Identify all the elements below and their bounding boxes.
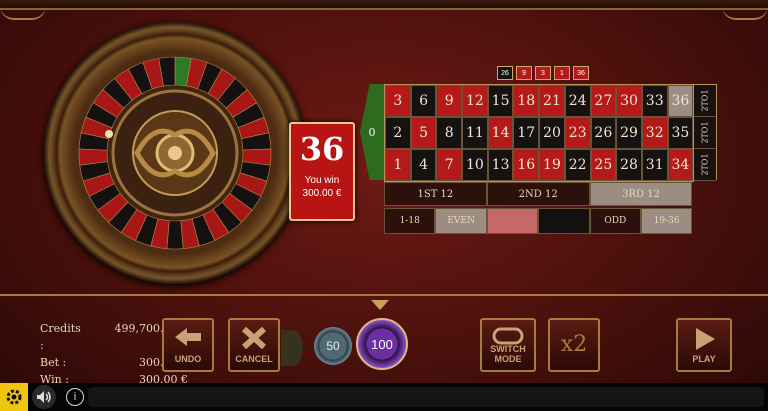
bet-label: Bet : [40, 356, 67, 369]
undo-arrow-icon [175, 328, 201, 346]
bet-number-25[interactable]: 25 [590, 149, 617, 181]
bet-number-16[interactable]: 16 [513, 149, 540, 181]
number-grid: 3 6 9 12 15 18 21 24 27 30 33 36 2 5 8 11 14 17 20 23 26 29 32… [384, 84, 695, 182]
bet-number-18[interactable]: 18 [513, 85, 540, 117]
roulette-wheel [44, 22, 306, 284]
dozen-bets: 1ST 12 2ND 12 3RD 12 [384, 182, 693, 206]
chip-100-selected[interactable]: 100 [356, 318, 408, 370]
bet-number-36[interactable]: 36 [667, 85, 694, 117]
cancel-x-icon [241, 326, 267, 350]
bet-number-14[interactable]: 14 [487, 117, 514, 149]
top-frame [0, 0, 768, 10]
bet-number-26[interactable]: 26 [590, 117, 617, 149]
history-number: 9 [516, 66, 532, 80]
switch-mode-label: SWITCH MODE [490, 344, 526, 364]
bet-number-6[interactable]: 6 [410, 85, 437, 117]
bet-number-12[interactable]: 12 [462, 85, 488, 117]
bet-number-20[interactable]: 20 [539, 117, 565, 149]
credits-label: Credits : [40, 322, 81, 352]
bet-odd[interactable]: ODD [589, 208, 641, 234]
switch-mode-icon [492, 327, 524, 345]
bet-number-2[interactable]: 2 [385, 117, 411, 149]
bet-1-18[interactable]: 1-18 [384, 208, 436, 234]
winning-number: 36 [299, 130, 345, 168]
bet-number-34[interactable]: 34 [667, 149, 694, 181]
history-number: 3 [535, 66, 551, 80]
bet-number-4[interactable]: 4 [410, 149, 437, 181]
bet-number-29[interactable]: 29 [616, 117, 642, 149]
footer-bar: i [0, 383, 768, 411]
bet-3rd-12-label: 3RD 12 [622, 188, 660, 200]
bet-number-7[interactable]: 7 [436, 149, 463, 181]
bet-2nd-12[interactable]: 2ND 12 [486, 182, 590, 206]
bet-number-8[interactable]: 8 [436, 117, 463, 149]
bet-number-23[interactable]: 23 [564, 117, 591, 149]
bet-1st-12[interactable]: 1ST 12 [384, 182, 487, 206]
bet-number-19[interactable]: 19 [539, 149, 565, 181]
chip-hidden[interactable] [281, 330, 303, 366]
play-icon [696, 328, 715, 350]
win-message: You win [304, 175, 340, 186]
bet-19-36[interactable]: 19-36 [640, 208, 693, 234]
bet-number-11[interactable]: 11 [462, 117, 488, 149]
bet-column-middle[interactable]: 2TO1 [694, 117, 716, 149]
history-number: 26 [497, 66, 513, 80]
history-number: 36 [573, 66, 589, 80]
bet-zero[interactable]: 0 [360, 84, 384, 180]
bet-number-13[interactable]: 13 [487, 149, 514, 181]
bet-column-bottom[interactable]: 2TO1 [694, 149, 716, 181]
bet-3rd-12[interactable]: 3RD 12 [589, 182, 693, 206]
info-icon[interactable]: i [66, 388, 84, 406]
bet-number-32[interactable]: 32 [641, 117, 668, 149]
betting-table: 0 3 6 9 12 15 18 21 24 27 30 33 36 2 5 8 11 14 17 20 23 26 29… [360, 82, 718, 242]
speaker-icon [37, 391, 51, 403]
bet-number-5[interactable]: 5 [410, 117, 437, 149]
switch-mode-button[interactable]: SWITCH MODE [480, 318, 536, 372]
sound-toggle-button[interactable] [32, 385, 56, 409]
bet-even[interactable]: EVEN [435, 208, 487, 234]
play-label: PLAY [692, 354, 716, 364]
win-amount: 300.00 € [302, 188, 342, 199]
number-history: 26 9 3 1 36 [497, 66, 589, 80]
column-bets: 2TO1 2TO1 2TO1 [693, 84, 717, 181]
bet-red[interactable] [486, 208, 539, 234]
bet-number-15[interactable]: 15 [487, 85, 514, 117]
bet-number-9[interactable]: 9 [436, 85, 463, 117]
undo-button[interactable]: UNDO [162, 318, 214, 372]
selected-chip-pointer [371, 300, 389, 310]
history-number: 1 [554, 66, 570, 80]
win-result-card: 36 You win 300.00 € [289, 122, 355, 221]
wheel-graphic [78, 56, 272, 250]
settings-button[interactable] [0, 383, 28, 411]
bet-number-31[interactable]: 31 [641, 149, 668, 181]
bet-number-33[interactable]: 33 [641, 85, 668, 117]
bet-number-27[interactable]: 27 [590, 85, 617, 117]
cancel-label: CANCEL [235, 354, 273, 364]
message-bar [88, 387, 764, 407]
play-button[interactable]: PLAY [676, 318, 732, 372]
bet-number-35[interactable]: 35 [667, 117, 694, 149]
double-bet-label: x2 [560, 332, 588, 357]
chip-50[interactable]: 50 [314, 327, 352, 365]
bet-number-21[interactable]: 21 [539, 85, 565, 117]
bet-number-17[interactable]: 17 [513, 117, 540, 149]
bet-number-24[interactable]: 24 [564, 85, 591, 117]
cancel-button[interactable]: CANCEL [228, 318, 280, 372]
double-bet-button[interactable]: x2 [548, 318, 600, 372]
frame-ornament-right [722, 0, 768, 20]
bet-number-30[interactable]: 30 [616, 85, 642, 117]
bet-black[interactable] [538, 208, 590, 234]
bet-number-1[interactable]: 1 [385, 149, 411, 181]
bet-number-3[interactable]: 3 [385, 85, 411, 117]
frame-ornament-left [0, 0, 46, 20]
bet-number-28[interactable]: 28 [616, 149, 642, 181]
bet-number-10[interactable]: 10 [462, 149, 488, 181]
bet-number-22[interactable]: 22 [564, 149, 591, 181]
bet-column-top[interactable]: 2TO1 [694, 85, 716, 117]
outside-bets: 1-18 EVEN ODD 19-36 [384, 208, 693, 234]
gear-icon [6, 389, 22, 405]
undo-label: UNDO [174, 354, 202, 364]
wheel-pocket [166, 220, 184, 250]
